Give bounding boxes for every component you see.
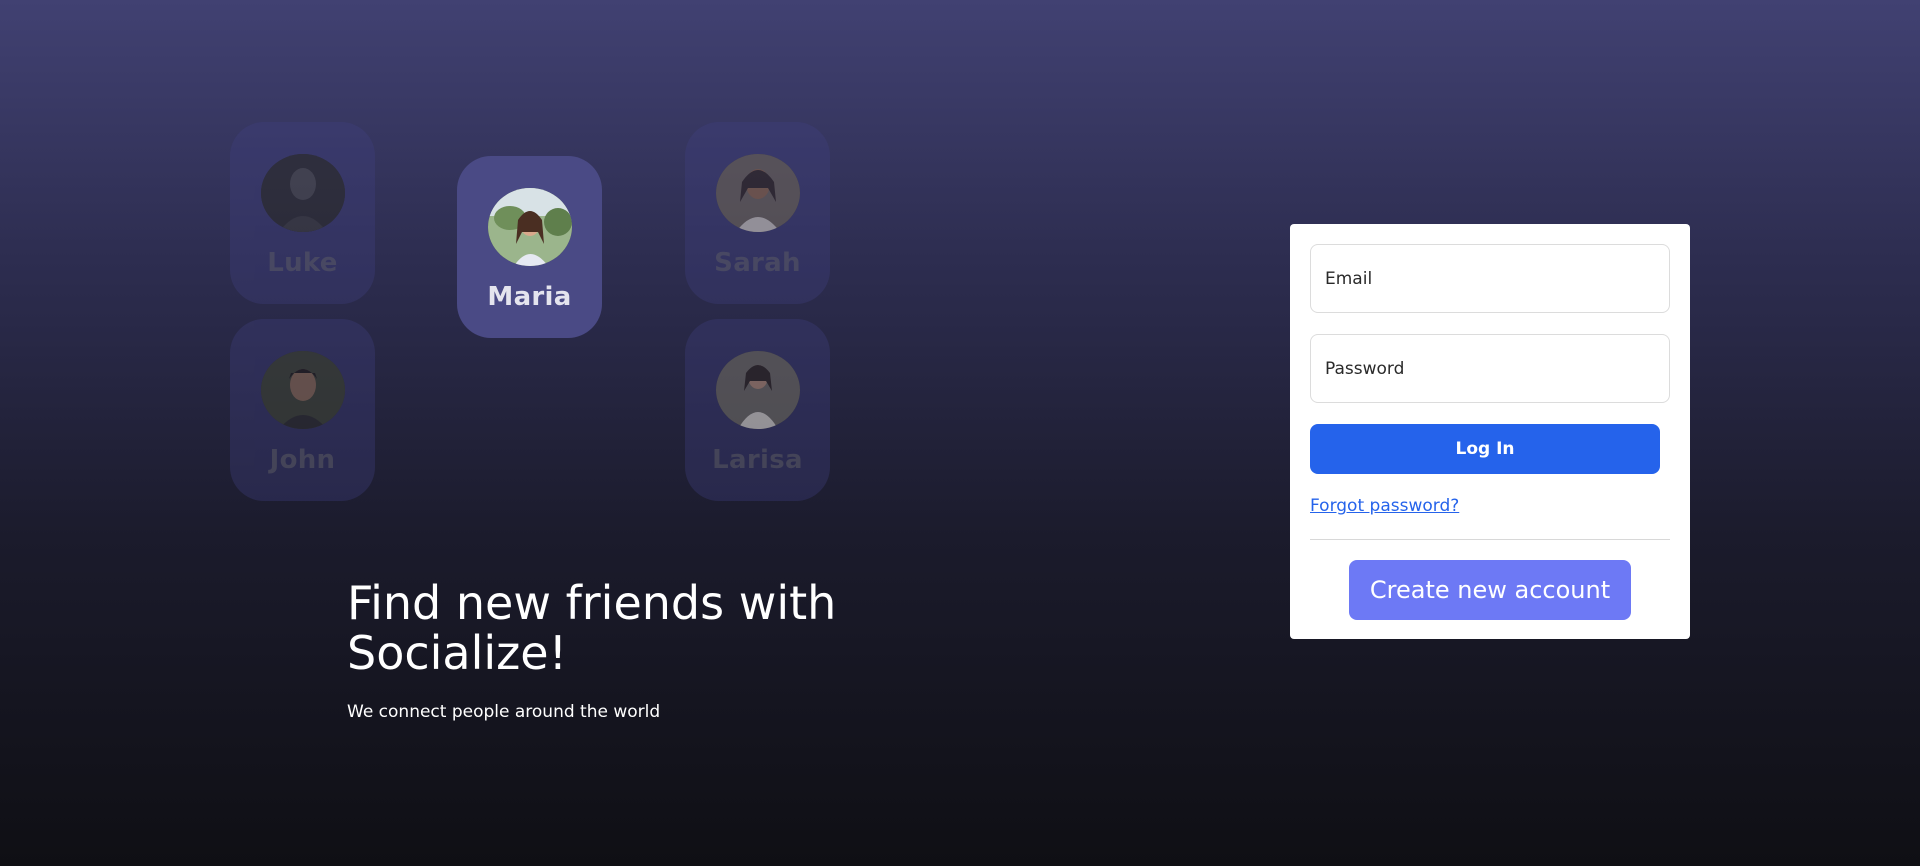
profile-card-sarah[interactable]: Sarah xyxy=(685,122,830,304)
profile-card-maria[interactable]: Maria xyxy=(457,156,602,338)
password-field[interactable] xyxy=(1310,334,1670,403)
avatar-sarah xyxy=(715,154,800,232)
email-field[interactable] xyxy=(1310,244,1670,313)
create-account-button[interactable]: Create new account xyxy=(1348,560,1632,620)
profile-name-sarah: Sarah xyxy=(714,248,801,278)
profile-name-luke: Luke xyxy=(267,248,338,278)
avatar-john xyxy=(260,351,345,429)
profile-name-maria: Maria xyxy=(487,282,572,312)
divider xyxy=(1310,539,1670,540)
profile-name-john: John xyxy=(269,445,336,475)
avatar-luke xyxy=(260,154,345,232)
profile-name-larisa: Larisa xyxy=(712,445,803,475)
create-account-wrap: Create new account xyxy=(1310,560,1670,620)
profile-card-john[interactable]: John xyxy=(230,319,375,501)
forgot-password-link[interactable]: Forgot password? xyxy=(1310,496,1459,516)
avatar-maria xyxy=(487,188,572,266)
avatar-larisa xyxy=(715,351,800,429)
login-panel: Log In Forgot password? Create new accou… xyxy=(1290,224,1690,639)
login-button[interactable]: Log In xyxy=(1310,424,1660,474)
hero-subtitle: We connect people around the world xyxy=(347,702,661,722)
hero-title: Find new friends with Socialize! xyxy=(347,576,837,680)
profile-card-larisa[interactable]: Larisa xyxy=(685,319,830,501)
profile-card-luke[interactable]: Luke xyxy=(230,122,375,304)
